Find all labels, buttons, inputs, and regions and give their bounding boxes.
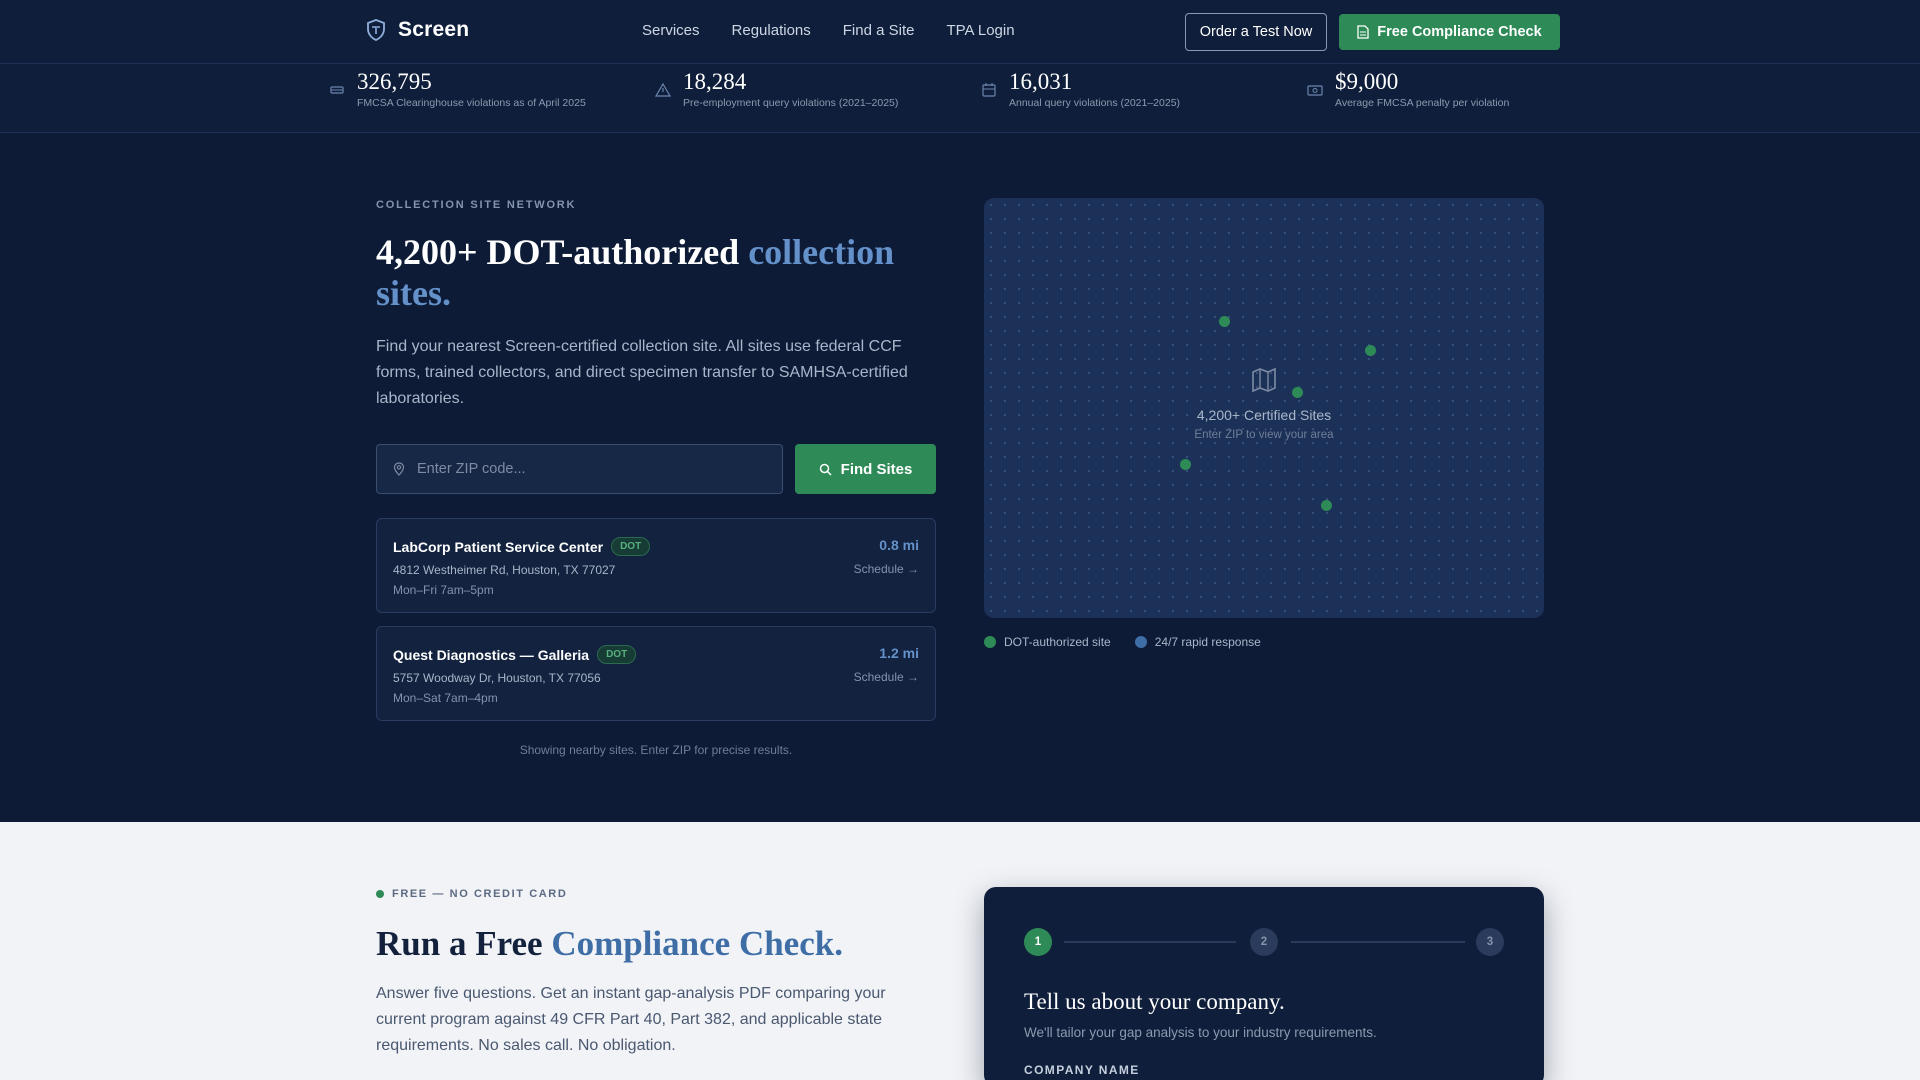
hero-description: Find your nearest Screen-certified colle… xyxy=(376,338,908,407)
stat-label: Annual query violations (2021–2025) xyxy=(1009,97,1181,109)
legend-swatch-blue xyxy=(1134,636,1147,648)
step-1-indicator[interactable]: 1 xyxy=(1024,928,1052,956)
compliance-description: Answer five questions. Get an instant ga… xyxy=(376,985,886,1054)
map-subtitle: Enter ZIP to view your area xyxy=(1194,429,1334,441)
map-legend: DOT-authorized site 24/7 rapid response xyxy=(984,635,1261,649)
stat-label: Average FMCSA penalty per violation xyxy=(1335,97,1510,109)
hero-title-main: 4,200+ DOT-authorized xyxy=(376,232,749,272)
compliance-section xyxy=(0,822,1920,1080)
zip-input[interactable] xyxy=(417,461,747,477)
step-connector xyxy=(1291,941,1465,943)
stat-item: 18,284 Pre-employment query violations (… xyxy=(655,68,898,109)
search-icon xyxy=(819,463,832,476)
map-site-marker[interactable] xyxy=(1219,316,1230,327)
compliance-title-accent: Compliance Check. xyxy=(551,924,843,963)
dot-badge: DOT xyxy=(611,537,651,556)
step-3-indicator[interactable]: 3 xyxy=(1476,928,1504,956)
legend-item: 24/7 rapid response xyxy=(1134,635,1261,649)
map-site-marker[interactable] xyxy=(1321,500,1332,511)
dot-badge: DOT xyxy=(597,645,637,664)
form-title: Tell us about your company. xyxy=(1024,989,1285,1014)
site-hours: Mon–Sat 7am–4pm xyxy=(393,691,498,705)
document-icon xyxy=(1357,25,1369,39)
top-navigation: Screen Services Regulations Find a Site … xyxy=(0,0,1920,64)
nav-link-tpa-login[interactable]: TPA Login xyxy=(946,22,1014,39)
legend-label: 24/7 rapid response xyxy=(1154,635,1261,649)
map-title: 4,200+ Certified Sites xyxy=(1196,407,1332,423)
free-tag-label: FREE — NO CREDIT CARD xyxy=(392,888,568,900)
step-connector xyxy=(1064,941,1236,943)
compliance-title: Run a Free Compliance Check. xyxy=(376,924,843,964)
site-map[interactable]: 4,200+ Certified Sites Enter ZIP to view… xyxy=(984,198,1544,618)
zip-search-field[interactable] xyxy=(376,444,783,494)
hero-title: 4,200+ DOT-authorized collection sites. xyxy=(376,232,936,314)
schedule-link[interactable]: Schedule → xyxy=(854,670,919,684)
site-name-row: Quest Diagnostics — Galleria DOT xyxy=(393,645,637,664)
status-dot xyxy=(376,890,384,898)
legend-swatch-green xyxy=(984,636,996,648)
site-distance: 0.8 mi xyxy=(879,537,919,553)
map-site-marker[interactable] xyxy=(1180,459,1191,470)
site-name-row: LabCorp Patient Service Center DOT xyxy=(393,537,651,556)
calendar-icon xyxy=(982,83,996,97)
nav-links: Services Regulations Find a Site TPA Log… xyxy=(642,22,1015,39)
compliance-title-main: Run a Free xyxy=(376,924,552,963)
map-placeholder: 4,200+ Certified Sites Enter ZIP to view… xyxy=(984,366,1544,441)
map-icon xyxy=(1252,367,1276,393)
stat-value: 16,031 xyxy=(1009,69,1073,94)
warning-icon xyxy=(655,82,671,97)
site-name: LabCorp Patient Service Center xyxy=(393,538,604,555)
find-sites-button[interactable]: Find Sites xyxy=(795,444,936,494)
site-card[interactable]: Quest Diagnostics — Galleria DOT 5757 Wo… xyxy=(376,626,936,721)
nav-link-regulations[interactable]: Regulations xyxy=(732,22,811,39)
site-address: 4812 Westheimer Rd, Houston, TX 77027 xyxy=(393,563,616,577)
free-tag: FREE — NO CREDIT CARD xyxy=(376,888,567,900)
brand-name: Screen xyxy=(398,18,470,41)
shield-icon xyxy=(367,19,385,41)
stat-item: 16,031 Annual query violations (2021–202… xyxy=(981,68,1180,109)
truck-icon xyxy=(330,86,344,94)
free-compliance-check-label: Free Compliance Check xyxy=(1377,24,1542,40)
showing-note: Showing nearby sites. Enter ZIP for prec… xyxy=(519,743,793,757)
nav-link-find-a-site[interactable]: Find a Site xyxy=(843,22,915,39)
stats-bar: 326,795 FMCSA Clearinghouse violations a… xyxy=(0,64,1920,133)
legend-item: DOT-authorized site xyxy=(984,635,1111,649)
stat-item: 326,795 FMCSA Clearinghouse violations a… xyxy=(329,68,586,109)
stat-label: FMCSA Clearinghouse violations as of Apr… xyxy=(357,97,586,109)
map-site-marker[interactable] xyxy=(1365,345,1376,356)
compliance-form-card: 1 2 3 Tell us about your company. We'll … xyxy=(984,887,1544,1080)
legend-label: DOT-authorized site xyxy=(1004,635,1111,649)
nav-link-services[interactable]: Services xyxy=(642,22,700,39)
section-eyebrow: COLLECTION SITE NETWORK xyxy=(376,199,577,211)
stat-value: $9,000 xyxy=(1335,69,1399,94)
site-distance: 1.2 mi xyxy=(879,645,919,661)
money-icon xyxy=(1307,85,1323,96)
company-name-label: COMPANY NAME xyxy=(1024,1063,1140,1077)
step-2-indicator[interactable]: 2 xyxy=(1250,928,1278,956)
schedule-link[interactable]: Schedule → xyxy=(854,562,919,576)
stat-value: 326,795 xyxy=(357,69,432,94)
site-card[interactable]: LabCorp Patient Service Center DOT 4812 … xyxy=(376,518,936,613)
stat-label: Pre-employment query violations (2021–20… xyxy=(683,97,899,109)
stat-item: $9,000 Average FMCSA penalty per violati… xyxy=(1307,68,1509,109)
free-compliance-check-button[interactable]: Free Compliance Check xyxy=(1339,14,1560,50)
location-pin-icon xyxy=(393,462,405,476)
stat-value: 18,284 xyxy=(683,69,747,94)
order-test-button[interactable]: Order a Test Now xyxy=(1185,13,1327,51)
site-address: 5757 Woodway Dr, Houston, TX 77056 xyxy=(393,671,601,685)
form-subtitle: We'll tailor your gap analysis to your i… xyxy=(1024,1025,1377,1040)
find-sites-label: Find Sites xyxy=(840,460,913,478)
site-name: Quest Diagnostics — Galleria xyxy=(393,646,590,663)
site-hours: Mon–Fri 7am–5pm xyxy=(393,583,494,597)
brand-logo[interactable]: Screen xyxy=(366,18,469,42)
